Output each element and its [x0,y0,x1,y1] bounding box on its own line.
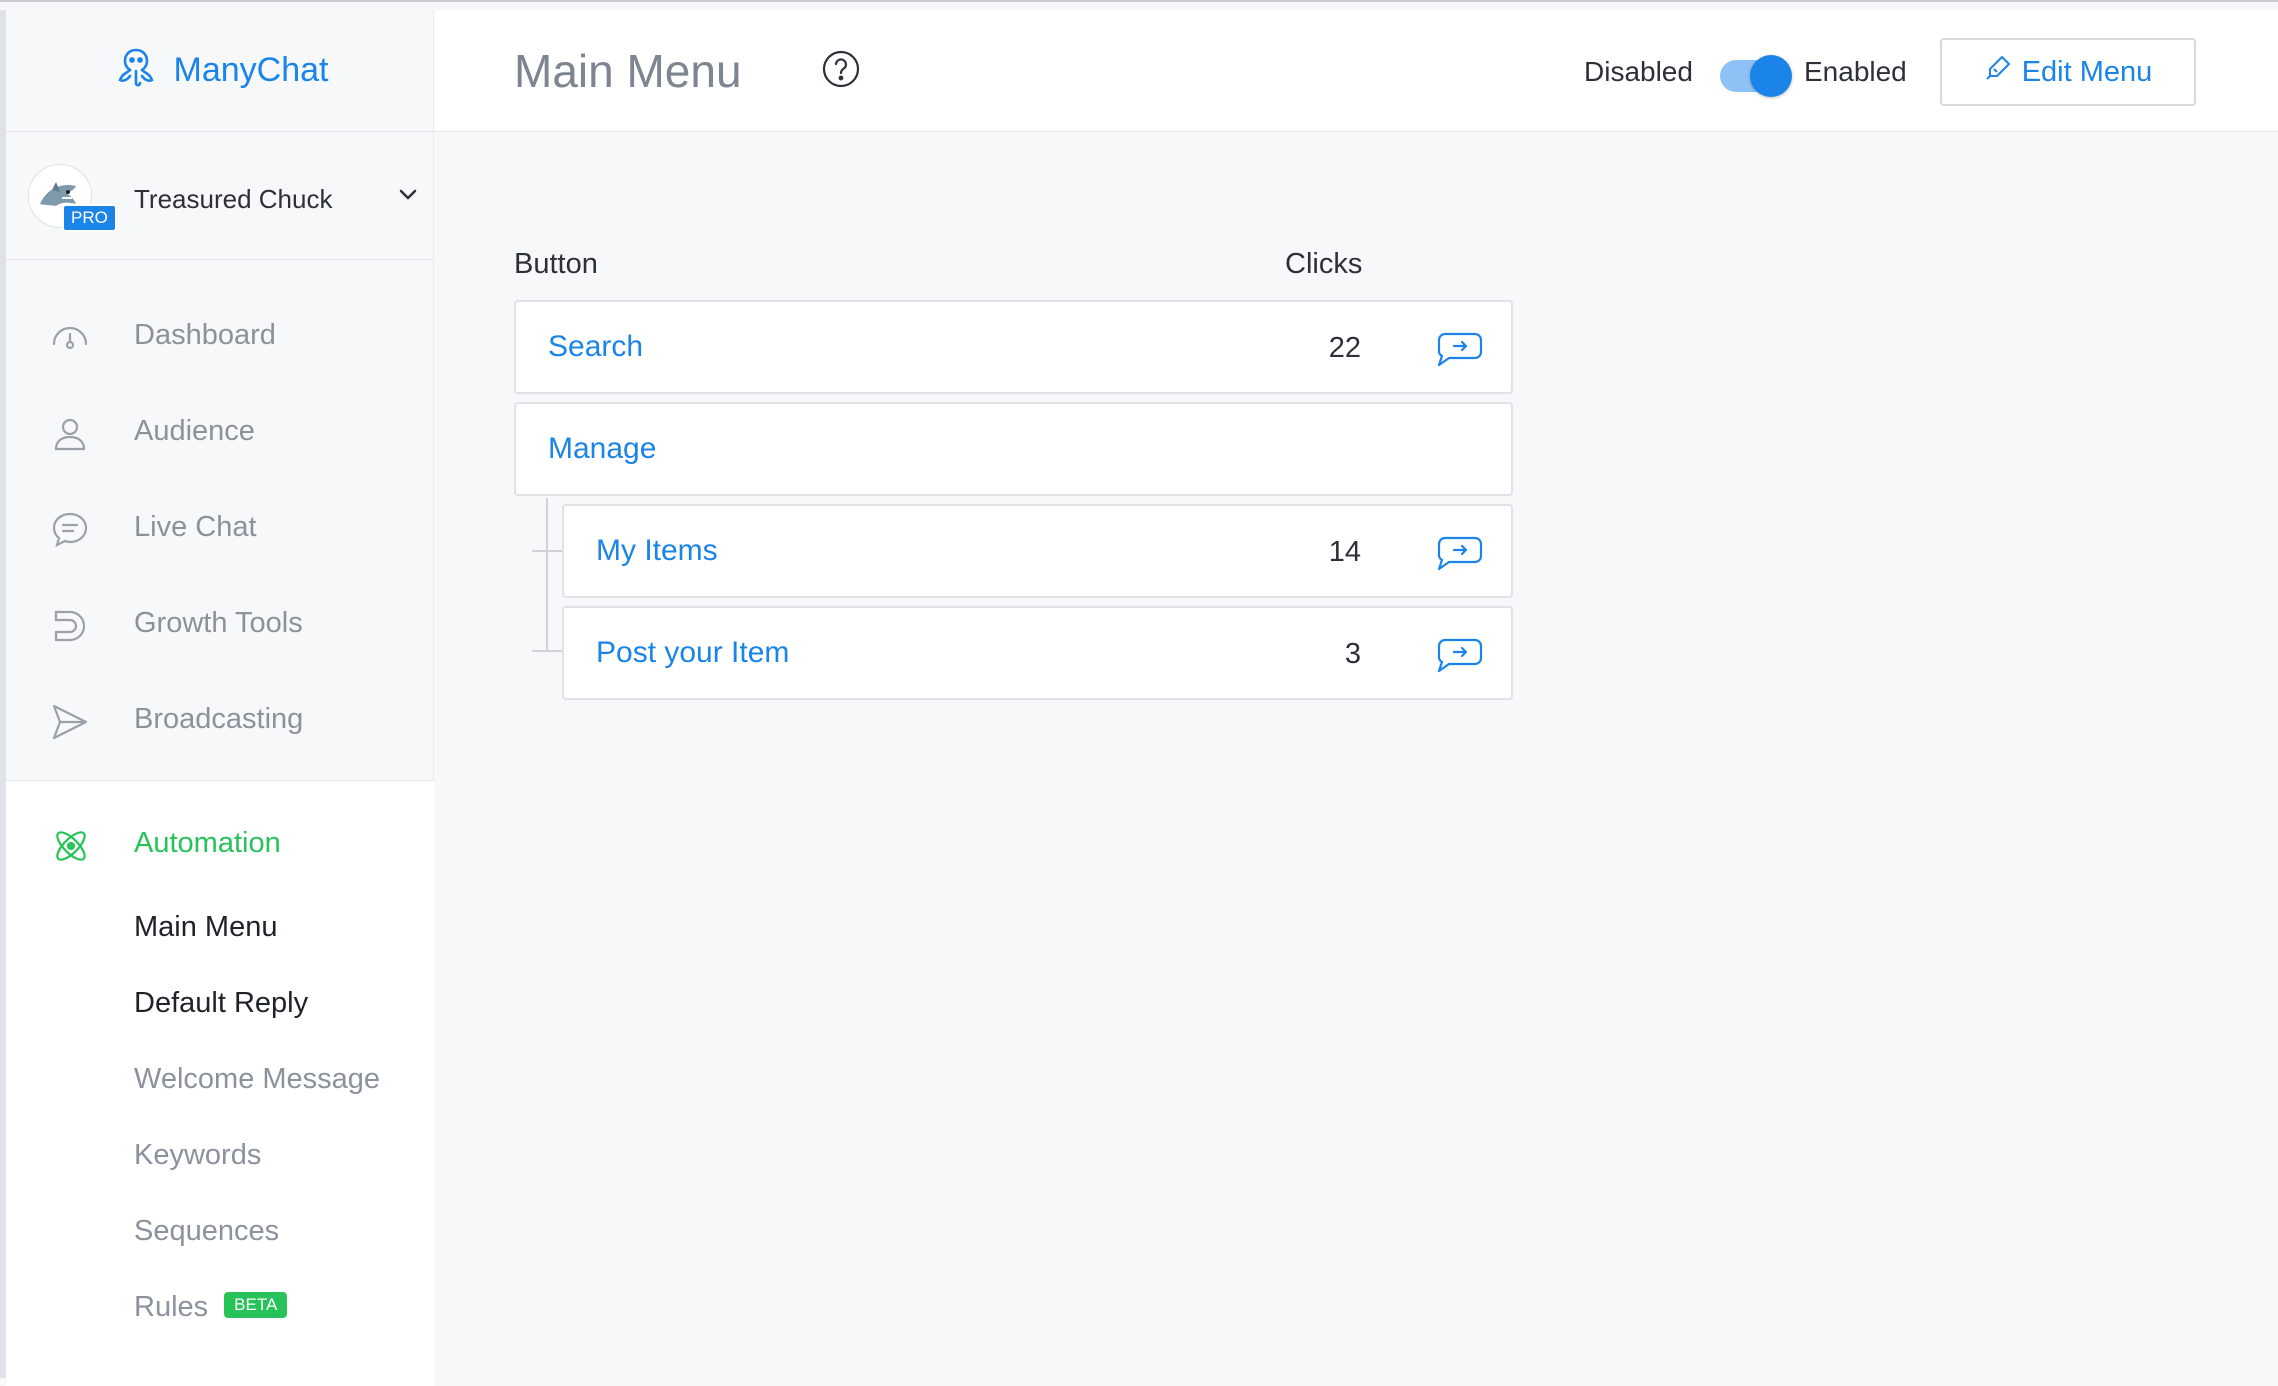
help-icon[interactable] [822,50,860,93]
magnet-icon [50,606,90,646]
nav-broadcasting[interactable]: Broadcasting [6,674,434,764]
pro-badge: PRO [62,204,117,232]
sidebar: ManyChat PRO Treasured Chuck Dashboard A… [0,10,434,1386]
click-count: 14 [1328,536,1361,568]
nav-label: Live Chat [134,510,257,543]
toggle-knob [1750,55,1792,97]
edit-menu-label: Edit Menu [2021,55,2153,88]
page-header: Main Menu Disabled Enabled Edit Menu [434,10,2278,132]
menu-enabled-toggle[interactable] [1720,55,1792,97]
beta-badge: BETA [224,1292,288,1319]
subnav-sequences[interactable]: Sequences [134,1215,279,1248]
menu-item-label: Manage [548,432,657,465]
menu-item-label: Search [548,330,644,363]
nav-label: Growth Tools [134,606,303,639]
open-flow-icon[interactable] [1435,534,1483,572]
brand-name: ManyChat [173,51,329,89]
chat-bubble-icon [50,510,90,550]
menu-row-post-your-item[interactable]: Post your Item 3 [562,606,1513,700]
click-count: 3 [1344,638,1361,670]
nav-live-chat[interactable]: Live Chat [6,482,434,572]
nav-automation[interactable]: Automation [6,811,434,881]
chevron-down-icon[interactable] [398,188,418,207]
manychat-logo-icon [112,44,160,97]
menu-row-my-items[interactable]: My Items 14 [562,504,1513,598]
send-icon [50,702,90,742]
atom-icon [50,825,92,867]
subnav-default-reply[interactable]: Default Reply [134,987,308,1020]
column-header-button: Button [514,248,598,280]
nav-label: Automation [134,827,281,859]
account-name: Treasured Chuck [134,184,333,214]
pen-icon [1984,54,2012,90]
subnav-welcome-message[interactable]: Welcome Message [134,1063,380,1096]
brand-logo[interactable]: ManyChat [6,10,434,132]
menu-row-manage[interactable]: Manage [514,402,1513,496]
nav-label: Audience [134,414,255,447]
subnav-rules[interactable]: Rules BETA [134,1291,288,1324]
open-flow-icon[interactable] [1435,330,1483,368]
account-switcher[interactable]: PRO Treasured Chuck [6,132,434,260]
subnav-rules-label: Rules [134,1291,209,1323]
tree-connector [532,650,562,652]
click-count: 22 [1328,332,1361,364]
nav-label: Dashboard [134,318,276,351]
nav-dashboard[interactable]: Dashboard [6,290,434,380]
menu-item-label: Post your Item [596,636,790,669]
user-icon [50,414,90,454]
dashboard-gauge-icon [50,318,90,358]
tree-connector [532,550,562,552]
subnav-main-menu[interactable]: Main Menu [134,911,277,944]
nav-audience[interactable]: Audience [6,386,434,476]
tree-connector [546,498,548,650]
app-frame: ManyChat PRO Treasured Chuck Dashboard A… [0,0,2278,1386]
automation-section: Automation Main Menu Default Reply Welco… [6,780,434,1386]
nav-label: Broadcasting [134,702,304,735]
menu-item-label: My Items [596,534,718,567]
toggle-enabled-label: Enabled [1804,56,1907,87]
subnav-keywords[interactable]: Keywords [134,1139,261,1172]
edit-menu-button[interactable]: Edit Menu [1940,38,2196,106]
nav-growth-tools[interactable]: Growth Tools [6,578,434,668]
column-header-clicks: Clicks [1285,248,1363,280]
toggle-disabled-label: Disabled [1584,56,1693,87]
page-title: Main Menu [514,45,742,97]
open-flow-icon[interactable] [1435,636,1483,674]
menu-row-search[interactable]: Search 22 [514,300,1513,394]
